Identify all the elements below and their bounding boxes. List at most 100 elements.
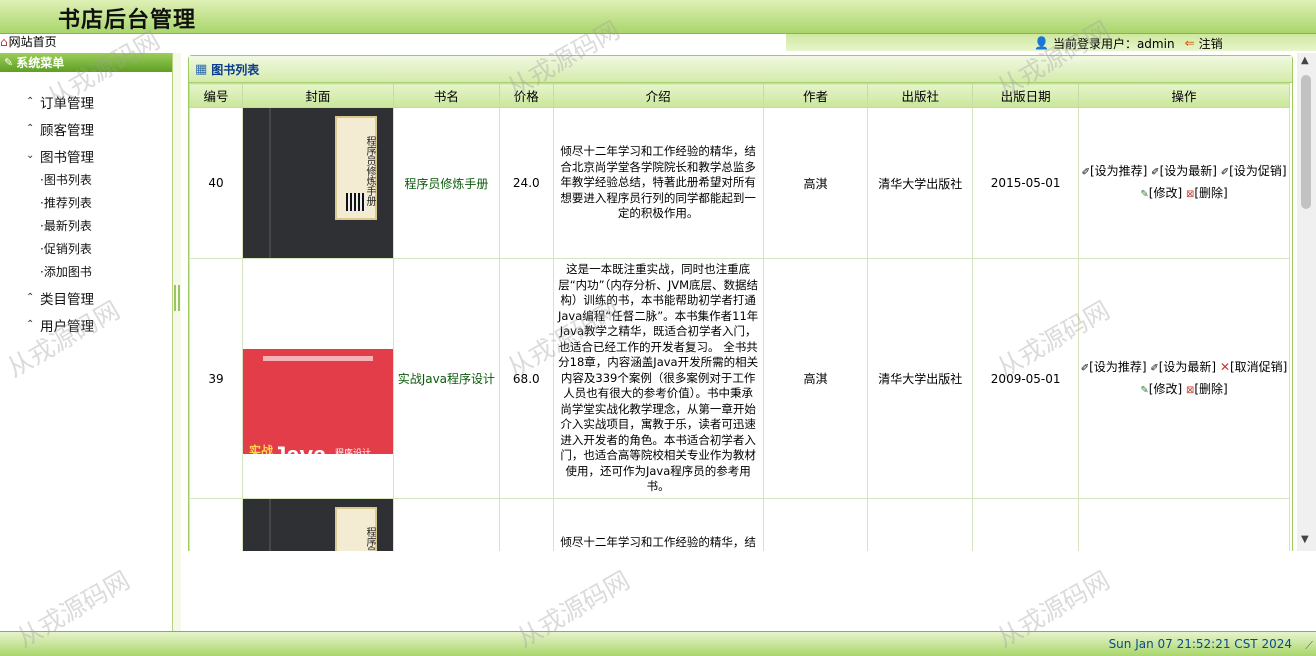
- set-recommend-button[interactable]: ✐[设为推荐]: [1081, 360, 1147, 374]
- chevron-up-icon: ⌃: [26, 96, 35, 107]
- cell-price: 68.0: [498, 258, 554, 499]
- set-newest-button[interactable]: ✐[设为最新]: [1150, 360, 1216, 374]
- link-icon: ✐: [1081, 167, 1090, 178]
- cell-price: [498, 498, 554, 551]
- delete-button[interactable]: ⊠[删除]: [1186, 186, 1228, 200]
- resize-grip-icon[interactable]: ⟋: [1305, 639, 1313, 653]
- sidebar-item-recommended[interactable]: ·推荐列表: [0, 192, 172, 215]
- edit-button[interactable]: ✎[修改]: [1140, 382, 1182, 396]
- cover-prefix: 实战: [248, 443, 273, 454]
- set-recommend-button[interactable]: ✐[设为推荐]: [1082, 164, 1148, 178]
- pencil-icon: ✎: [1140, 189, 1149, 200]
- status-bar: Sun Jan 07 21:52:21 CST 2024 ⟋: [0, 631, 1316, 656]
- book-cover-image: 程序员修炼手册: [242, 499, 393, 551]
- scroll-down-icon[interactable]: ▼: [1301, 534, 1309, 545]
- cell-publisher: 清华大学出版社: [867, 258, 974, 499]
- cancel-promotion-button[interactable]: ✕[取消促销]: [1220, 360, 1287, 374]
- sidebar-group-label: 订单管理: [40, 95, 94, 112]
- delete-button[interactable]: ⊠[删除]: [1186, 382, 1228, 396]
- menu-edit-icon: ✎: [4, 56, 14, 69]
- cell-id: 39: [189, 258, 243, 499]
- user-lock-icon: 👤: [1034, 36, 1049, 50]
- house-icon: ⌂: [0, 35, 8, 49]
- current-user-label: 当前登录用户：admin: [1052, 36, 1175, 51]
- pencil-icon: ✎: [1140, 384, 1149, 396]
- chevron-up-icon: ⌃: [26, 319, 35, 330]
- chevron-down-icon: ⌄: [26, 150, 35, 161]
- app-window: 书店后台管理 ⌂ 网站首页 👤 当前登录用户：admin ⇐ 注销 ✎ 系统菜单…: [0, 0, 1316, 656]
- close-icon: ✕: [1219, 359, 1230, 374]
- cell-cover: 程序员修炼手册: [241, 107, 394, 259]
- sidebar-group-categories[interactable]: ⌃ 类目管理: [0, 284, 172, 311]
- sidebar-item-newest[interactable]: ·最新列表: [0, 215, 172, 238]
- col-header: 价格: [498, 83, 554, 108]
- col-header: 编号: [189, 83, 243, 108]
- cell-date: [972, 498, 1080, 551]
- col-header: 作者: [762, 83, 869, 108]
- sidebar-group-orders[interactable]: ⌃ 订单管理: [0, 88, 172, 115]
- sidebar-header: ✎ 系统菜单: [0, 53, 172, 72]
- clock-text: Sun Jan 07 21:52:21 CST 2024: [1108, 637, 1292, 651]
- cell-author: 高淇: [762, 107, 869, 259]
- sidebar-item-promotions[interactable]: ·促销列表: [0, 238, 172, 261]
- cell-price: 24.0: [498, 107, 554, 259]
- cell-author: 高淇: [762, 258, 869, 499]
- table-header-row: 编号 封面 书名 价格 介绍 作者 出版社 出版日期 操作: [189, 83, 1290, 108]
- header-bar: 书店后台管理: [0, 0, 1316, 34]
- cell-publisher: 清华大学出版社: [867, 107, 974, 259]
- sidebar-item-add-book[interactable]: ·添加图书: [0, 261, 172, 284]
- cover-subtitle: 程序设计: [334, 448, 371, 454]
- qr-code-icon: [345, 193, 366, 211]
- link-icon: ✐: [1151, 167, 1160, 178]
- link-icon: ✐: [1150, 362, 1159, 374]
- cell-publisher: [867, 498, 974, 551]
- col-header: 介绍: [552, 83, 764, 108]
- cell-cover: 程序员修炼手册: [241, 498, 394, 551]
- cell-id: [189, 498, 243, 551]
- col-header: 操作: [1078, 83, 1290, 108]
- table-row: 40 程序员修炼手册 程序员修炼手册 24.0 倾尽十二年学习和工作经验的精华，…: [189, 107, 1290, 259]
- col-header: 出版日期: [972, 83, 1080, 108]
- sidebar-item-book-list[interactable]: ·图书列表: [0, 169, 172, 192]
- home-link[interactable]: ⌂ 网站首页: [0, 34, 57, 51]
- book-cover-image: Java 程序设计 实战: [242, 303, 393, 454]
- col-header: 封面: [241, 83, 394, 108]
- logout-link[interactable]: 注销: [1199, 35, 1223, 52]
- cover-logo: Java: [273, 442, 326, 454]
- vertical-scrollbar[interactable]: ▲ ▼: [1297, 53, 1316, 551]
- col-header: 出版社: [867, 83, 974, 108]
- edit-button[interactable]: ✎[修改]: [1140, 186, 1182, 200]
- table-icon: ▦: [195, 61, 208, 77]
- splitter-grip[interactable]: [174, 285, 180, 311]
- chevron-up-icon: ⌃: [26, 292, 35, 303]
- content-area: ▦ 图书列表 编号 封面 书名 价格 介绍 作者 出版社 出版日期 操作 40 …: [181, 53, 1297, 551]
- scroll-up-icon[interactable]: ▲: [1301, 55, 1309, 66]
- scroll-thumb[interactable]: [1301, 75, 1311, 209]
- sidebar-splitter[interactable]: [173, 53, 181, 631]
- col-header: 书名: [392, 83, 500, 108]
- cell-intro: 这是一本既注重实战，同时也注重底层“内功”（内存分析、JVM底层、数据结构）训练…: [552, 258, 764, 499]
- set-promotion-button[interactable]: ✐[设为促销]: [1221, 164, 1287, 178]
- site-title: 书店后台管理: [58, 8, 197, 33]
- cell-intro: 倾尽十二年学习和工作经验的精华，结: [552, 498, 764, 551]
- cover-label: 程序员修炼手册: [334, 507, 377, 551]
- cell-actions: ✐[设为推荐] ✐[设为最新] ✐[设为促销] ✎[修改] ⊠[删除]: [1078, 107, 1290, 259]
- table-row: 程序员修炼手册 倾尽十二年学习和工作经验的精华，结: [189, 498, 1290, 551]
- sidebar-group-books[interactable]: ⌄ 图书管理: [0, 142, 172, 169]
- link-icon: ✐: [1220, 167, 1230, 178]
- chevron-up-icon: ⌃: [26, 123, 35, 134]
- cell-id: 40: [189, 107, 243, 259]
- cell-date: 2015-05-01: [972, 107, 1080, 259]
- sidebar-group-users[interactable]: ⌃ 用户管理: [0, 311, 172, 338]
- sidebar-title: 系统菜单: [16, 56, 65, 70]
- set-newest-button[interactable]: ✐[设为最新]: [1151, 164, 1217, 178]
- panel-header: ▦ 图书列表: [189, 56, 1292, 83]
- user-area: 👤 当前登录用户：admin ⇐ 注销: [1034, 35, 1223, 52]
- sidebar-group-label: 类目管理: [40, 291, 94, 308]
- cell-date: 2009-05-01: [972, 258, 1080, 499]
- table-row: 39 Java 程序设计 实战 实战Java 程序设计 68.0: [189, 258, 1290, 499]
- book-list-panel: ▦ 图书列表 编号 封面 书名 价格 介绍 作者 出版社 出版日期 操作 40 …: [188, 55, 1293, 551]
- sidebar-group-label: 用户管理: [40, 318, 94, 335]
- sidebar-group-customers[interactable]: ⌃ 顾客管理: [0, 115, 172, 142]
- cell-actions: [1078, 498, 1290, 551]
